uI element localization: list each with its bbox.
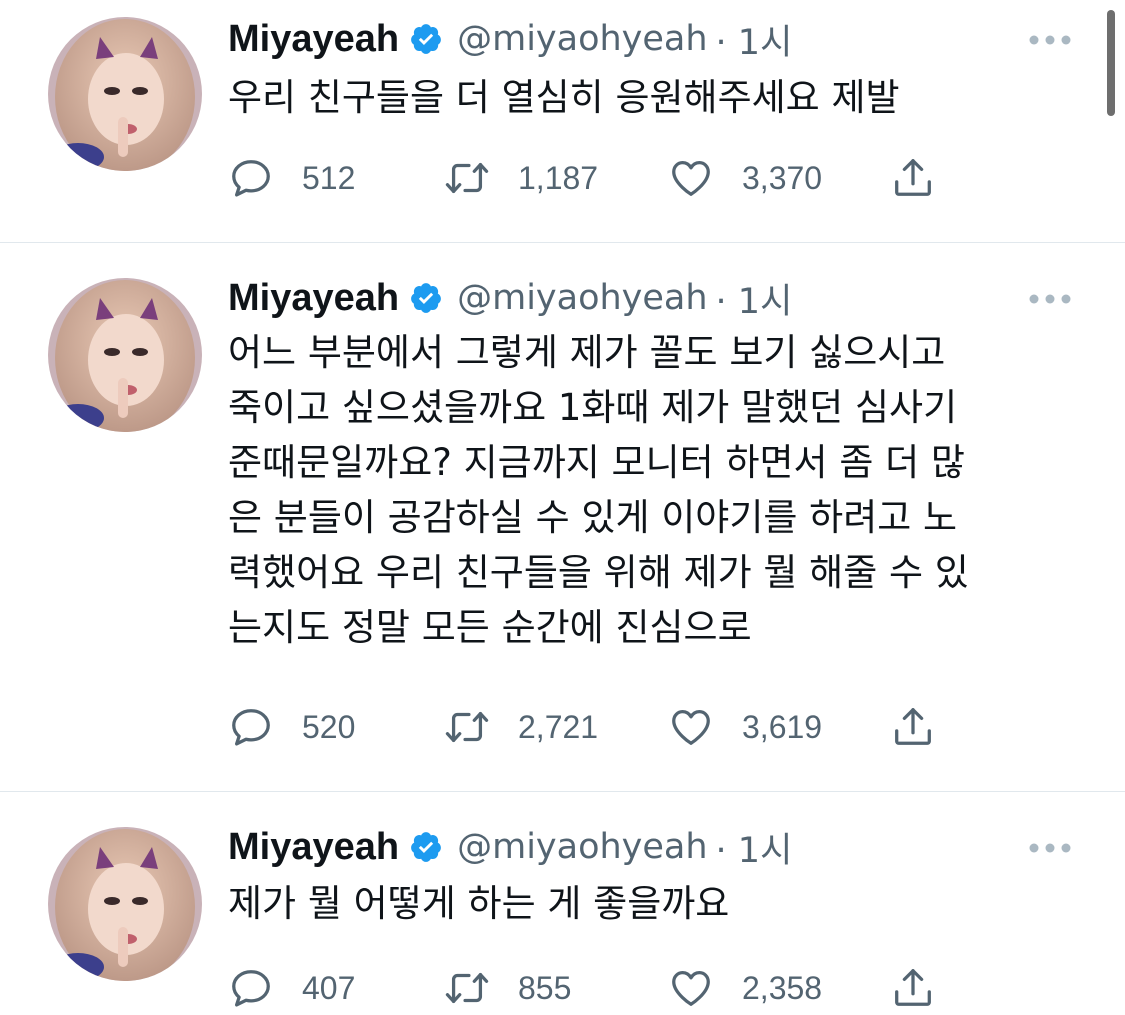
tweet-actions: 407 855 2,358 [228,963,948,1013]
tweet-text-line: 은 분들이 공감하실 수 있게 이야기를 하려고 노 [228,496,958,539]
tweet-header: Miyayeah @miyaohyeah · 1시 [228,273,792,323]
like-count: 3,370 [742,159,823,196]
tweet-text: 어느 부분에서 그렇게 제가 꼴도 보기 싫으시고 죽이고 싶으셨을까요 1화때… [228,325,1088,655]
reply-icon [232,160,270,197]
display-name[interactable]: Miyayeah [228,826,399,869]
reply-button[interactable]: 520 [228,702,355,752]
tweet-time[interactable]: · 1시 [716,822,793,873]
tweet-text: 우리 친구들을 더 열심히 응원해주세요 제발 [228,76,900,119]
display-name[interactable]: Miyayeah [228,277,399,320]
tweet-3[interactable]: Miyayeah @miyaohyeah · 1시 제가 뭘 어떻게 하는 게 … [0,792,1125,1015]
retweet-button[interactable]: 855 [444,963,571,1013]
tweet-text: 제가 뭘 어떻게 하는 게 좋을까요 [228,882,730,925]
user-handle[interactable]: @miyaohyeah [457,278,707,318]
reply-icon [232,970,270,1007]
avatar[interactable] [48,827,202,981]
share-icon [895,708,931,745]
tweet-text-line: 죽이고 싶으셨을까요 1화때 제가 말했던 심사기 [228,386,958,429]
retweet-icon [445,162,489,194]
retweet-button[interactable]: 1,187 [444,153,598,203]
like-button[interactable]: 2,358 [668,963,822,1013]
share-button[interactable] [890,702,936,752]
tweet-text-line: 력했어요 우리 친구들을 위해 제가 뭘 해줄 수 있 [228,551,969,594]
retweet-count: 1,187 [518,159,599,196]
tweet-2[interactable]: Miyayeah @miyaohyeah · 1시 어느 부분에서 그렇게 제가… [0,243,1125,791]
like-button[interactable]: 3,370 [668,153,822,203]
tweet-header: Miyayeah @miyaohyeah · 1시 [228,14,792,64]
avatar[interactable] [48,17,202,171]
more-dots-icon[interactable] [1028,291,1072,305]
avatar[interactable] [48,278,202,432]
more-dots-icon[interactable] [1028,840,1072,854]
retweet-icon [445,972,489,1004]
verified-badge-icon [409,281,443,315]
reply-count: 512 [302,159,356,196]
share-button[interactable] [890,153,936,203]
share-icon [895,159,931,196]
verified-badge-icon [409,22,443,56]
share-icon [895,969,931,1006]
retweet-button[interactable]: 2,721 [444,702,598,752]
display-name[interactable]: Miyayeah [228,18,399,61]
tweet-header: Miyayeah @miyaohyeah · 1시 [228,822,792,872]
reply-button[interactable]: 512 [228,153,355,203]
heart-icon [672,710,710,745]
tweet-text-line: 는지도 정말 모든 순간에 진심으로 [228,606,752,649]
tweet-1[interactable]: Miyayeah @miyaohyeah · 1시 우리 친구들을 더 열심히 … [0,0,1125,242]
heart-icon [672,971,710,1006]
user-handle[interactable]: @miyaohyeah [457,827,707,867]
reply-icon [232,709,270,746]
like-count: 2,358 [742,969,823,1006]
retweet-count: 2,721 [518,708,599,745]
reply-button[interactable]: 407 [228,963,355,1013]
more-dots-icon[interactable] [1028,32,1072,46]
share-button[interactable] [890,963,936,1013]
verified-badge-icon [409,830,443,864]
tweet-time[interactable]: · 1시 [716,273,793,324]
reply-count: 520 [302,708,356,745]
tweet-actions: 512 1,187 3,370 [228,153,948,203]
scrollbar[interactable] [1107,10,1115,116]
like-count: 3,619 [742,708,823,745]
tweet-time[interactable]: · 1시 [716,14,793,65]
user-handle[interactable]: @miyaohyeah [457,19,707,59]
retweet-count: 855 [518,969,572,1006]
tweet-actions: 520 2,721 3,619 [228,702,948,752]
tweet-text-line: 어느 부분에서 그렇게 제가 꼴도 보기 싫으시고 [228,331,946,374]
like-button[interactable]: 3,619 [668,702,822,752]
tweet-text-line: 준때문일까요? 지금까지 모니터 하면서 좀 더 많 [228,441,965,484]
retweet-icon [445,711,489,743]
heart-icon [672,161,710,196]
reply-count: 407 [302,969,356,1006]
